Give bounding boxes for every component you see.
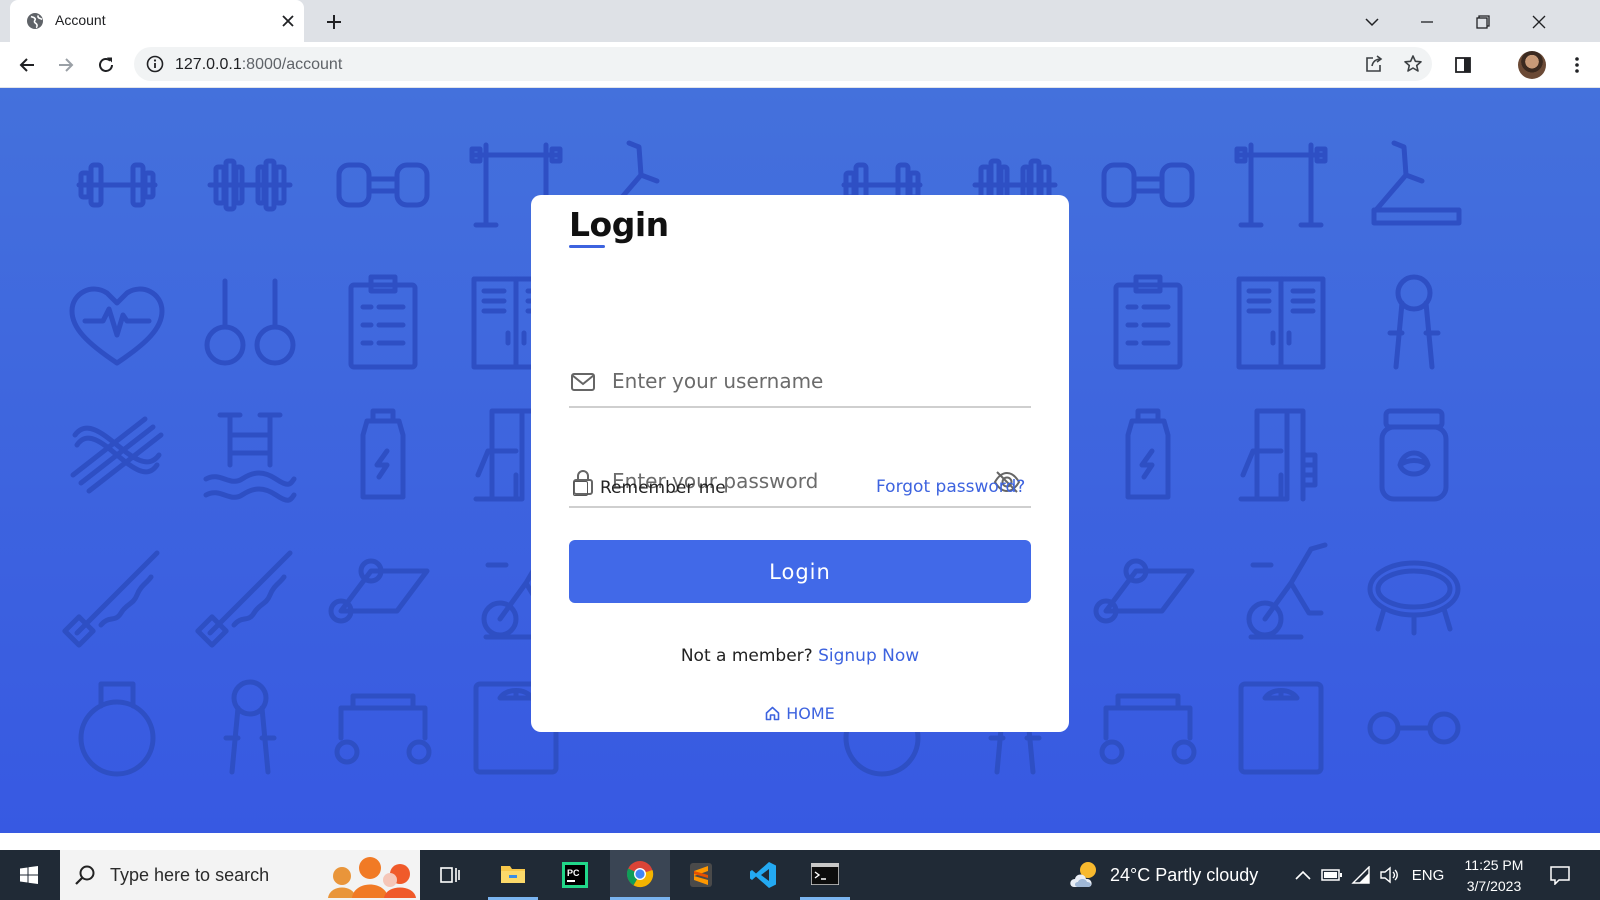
page-background: Login Remember me Forgot p <box>0 88 1600 833</box>
username-input[interactable] <box>612 364 982 398</box>
signup-prompt: Not a member? <box>680 646 813 666</box>
svg-text:PC: PC <box>567 868 580 878</box>
language-indicator[interactable]: ENG <box>1408 850 1448 900</box>
search-placeholder: Type here to search <box>110 865 270 885</box>
chevron-up-icon[interactable] <box>1290 850 1316 900</box>
task-view-icon[interactable] <box>430 850 470 900</box>
address-bar[interactable]: 127.0.0.1:8000/account <box>134 47 1432 81</box>
signup-link[interactable]: Signup Now <box>818 646 919 666</box>
back-icon[interactable] <box>13 51 41 79</box>
info-icon[interactable] <box>146 55 164 73</box>
login-button[interactable]: Login <box>569 540 1031 603</box>
sublime-icon[interactable] <box>676 850 726 900</box>
plus-icon[interactable] <box>322 10 346 34</box>
notification-icon[interactable] <box>1546 850 1574 900</box>
file-explorer-icon[interactable] <box>488 850 538 900</box>
windows-start-icon[interactable] <box>0 850 58 900</box>
share-icon[interactable] <box>1362 52 1386 76</box>
taskbar-clock[interactable]: 11:25 PM 3/7/2023 <box>1454 855 1534 897</box>
reload-icon[interactable] <box>92 51 120 79</box>
window-close-icon[interactable] <box>1525 8 1553 36</box>
volume-icon[interactable] <box>1376 850 1402 900</box>
login-card: Login Remember me Forgot p <box>531 195 1069 732</box>
vscode-icon[interactable] <box>738 850 788 900</box>
remember-checkbox[interactable] <box>573 480 588 496</box>
weather-icon <box>1070 862 1096 887</box>
chevron-down-icon[interactable] <box>1358 8 1386 36</box>
close-icon[interactable] <box>278 11 298 31</box>
search-highlight-art <box>328 857 416 898</box>
url-text: 127.0.0.1:8000/account <box>175 56 343 73</box>
pycharm-icon[interactable]: PC <box>550 850 600 900</box>
restore-icon[interactable] <box>1469 8 1497 36</box>
signup-row: Not a member? Signup Now <box>531 646 1069 666</box>
wifi-icon[interactable] <box>1348 850 1374 900</box>
side-panel-icon[interactable] <box>1449 51 1477 79</box>
kebab-menu-icon[interactable] <box>1563 51 1591 79</box>
minimize-icon[interactable] <box>1413 8 1441 36</box>
search-icon <box>75 865 95 885</box>
title-underline <box>569 245 605 248</box>
envelope-icon <box>571 373 595 391</box>
profile-avatar[interactable] <box>1518 51 1546 79</box>
username-field <box>569 358 1031 408</box>
house-icon <box>765 706 780 721</box>
weather-widget[interactable]: 24°C Partly cloudy <box>1068 850 1258 900</box>
star-icon[interactable] <box>1401 52 1425 76</box>
forward-icon[interactable] <box>52 51 80 79</box>
taskbar-search[interactable]: Type here to search <box>60 850 420 900</box>
home-label: HOME <box>786 704 835 723</box>
forgot-password-link[interactable]: Forgot password? <box>876 477 1025 497</box>
taskbar: Type here to search PC 24°C Partly cloud… <box>0 850 1600 900</box>
login-title: Login <box>569 205 669 244</box>
chrome-icon[interactable] <box>610 850 670 900</box>
home-link[interactable]: HOME <box>531 704 1069 723</box>
tab-account[interactable]: Account <box>10 0 304 42</box>
clock-date: 3/7/2023 <box>1466 878 1522 894</box>
tab-title: Account <box>55 12 106 28</box>
terminal-icon[interactable] <box>800 850 850 900</box>
clock-time: 11:25 PM <box>1464 857 1524 873</box>
remember-me[interactable]: Remember me <box>573 478 726 498</box>
weather-text: 24°C Partly cloudy <box>1110 864 1259 885</box>
battery-icon[interactable] <box>1318 850 1346 900</box>
remember-label: Remember me <box>600 478 726 498</box>
globe-icon <box>27 13 43 29</box>
browser-tabstrip: Account <box>0 0 1600 42</box>
browser-toolbar: 127.0.0.1:8000/account <box>0 42 1600 88</box>
